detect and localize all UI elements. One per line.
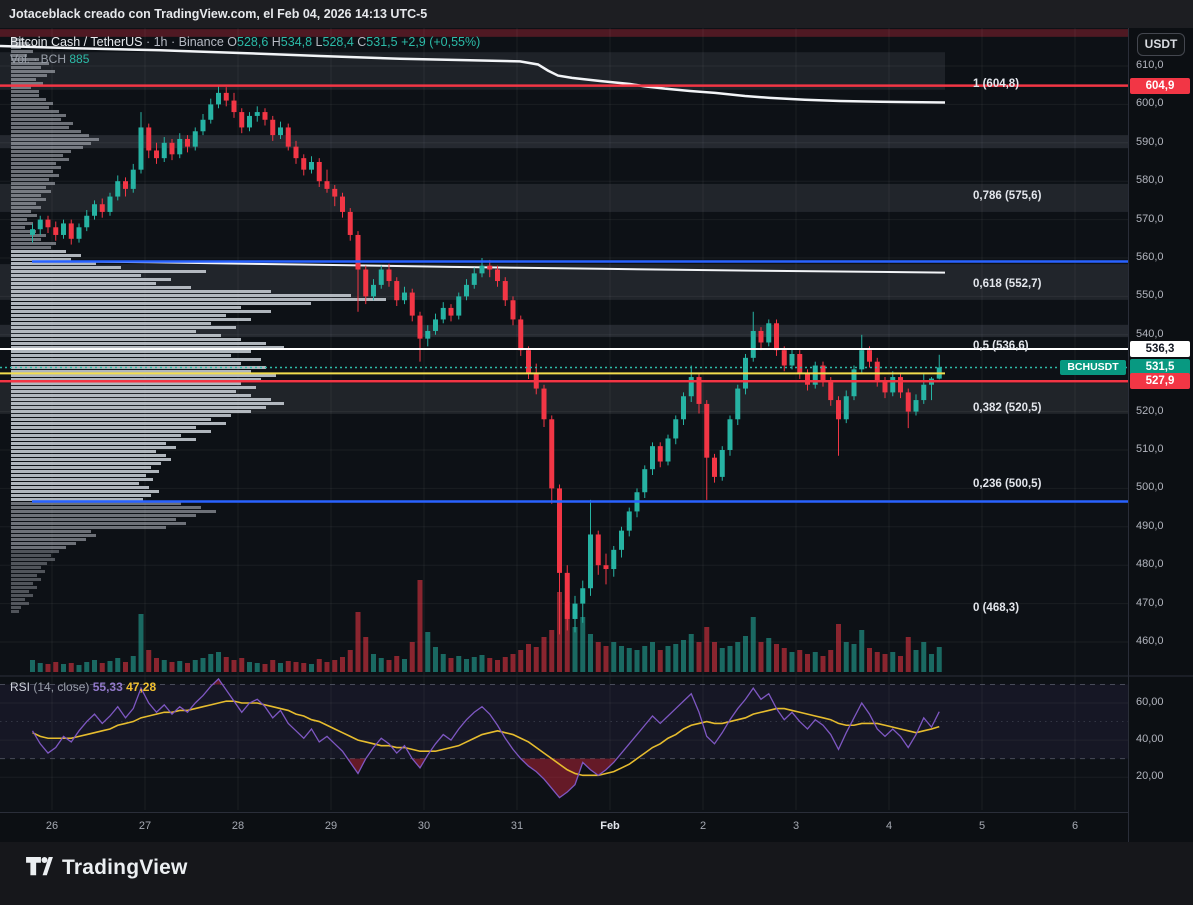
- rsi-legend[interactable]: RSI (14, close) 55,33 47,28: [10, 680, 156, 694]
- price-tick-label: 510,0: [1136, 443, 1164, 455]
- ohlc-value: 528,4: [322, 35, 354, 49]
- volume-legend[interactable]: Vol. · BCH 885: [10, 52, 89, 66]
- ohlc-values: O528,6 H534,8 L528,4 C531,5: [227, 35, 397, 49]
- ohlc-value: 531,5: [366, 35, 398, 49]
- rsi-band-fill: [0, 684, 1128, 759]
- price-tick-label: 490,0: [1136, 519, 1164, 532]
- rsi-value: 55,33: [92, 680, 123, 694]
- footer: TradingView: [0, 842, 1193, 905]
- attribution-text: Jotaceblack creado con TradingView.com, …: [9, 7, 428, 21]
- time-tick-label: 3: [792, 820, 800, 832]
- time-tick-label: 28: [231, 820, 245, 832]
- time-axis[interactable]: [0, 812, 1128, 842]
- price-tick-label: 560,0: [1136, 251, 1164, 263]
- price-tick-label: 540,0: [1136, 327, 1164, 340]
- attribution-bar: Jotaceblack creado con TradingView.com, …: [0, 0, 1193, 28]
- time-tick-label: 30: [417, 820, 431, 832]
- rsi-title[interactable]: RSI: [10, 680, 30, 694]
- price-tick-label: 580,0: [1136, 174, 1164, 187]
- ohlc-value: 534,8: [280, 35, 313, 49]
- fib-level-label[interactable]: 0,618 (552,7): [973, 278, 1041, 290]
- symbol-title[interactable]: Bitcoin Cash / TetherUS: [10, 35, 142, 49]
- grid: [0, 28, 1128, 810]
- rsi-oversold-fill: [212, 678, 617, 798]
- price-tick-label: 460,0: [1136, 635, 1164, 647]
- fib-bands: [0, 29, 1128, 414]
- symbol-meta: · 1h · Binance: [145, 35, 224, 49]
- rsi-ma-value: 47,28: [126, 680, 157, 694]
- ohlc-value: 528,6: [237, 35, 269, 49]
- fib-level-label[interactable]: 0,236 (500,5): [973, 478, 1041, 490]
- rsi-ma-line: [32, 700, 940, 777]
- ohlc-key: L: [312, 35, 323, 49]
- tradingview-logo-text: TradingView: [62, 856, 188, 879]
- time-tick-label: 29: [324, 820, 338, 832]
- candles-series: [30, 85, 942, 635]
- fib-level-label[interactable]: 0,5 (536,6): [973, 340, 1029, 352]
- fib-level-label[interactable]: 0,382 (520,5): [973, 402, 1041, 414]
- fib-level-label[interactable]: 0 (468,3): [973, 602, 1019, 614]
- fib-level-label[interactable]: 1 (604,8): [973, 78, 1019, 90]
- ohlc-key: O: [227, 35, 238, 49]
- price-axis[interactable]: [1128, 28, 1193, 842]
- price-tick-label: 470,0: [1136, 596, 1164, 609]
- ma-line-2: [31, 260, 946, 274]
- volume-value: 885: [69, 52, 90, 66]
- time-tick-label: Feb: [600, 820, 620, 832]
- price-tick-label: 600,0: [1136, 97, 1164, 110]
- currency-toggle-button[interactable]: USDT: [1137, 33, 1185, 56]
- symbol-legend[interactable]: Bitcoin Cash / TetherUS · 1h · Binance O…: [10, 35, 480, 49]
- tradingview-chart-window: Jotaceblack creado con TradingView.com, …: [0, 0, 1193, 905]
- fib-level-label[interactable]: 0,786 (575,6): [973, 190, 1041, 202]
- price-tick-label: 480,0: [1136, 558, 1164, 571]
- price-tick-label: 550,0: [1136, 289, 1164, 302]
- price-tick-label: 590,0: [1136, 135, 1164, 148]
- tradingview-logo-icon: [26, 856, 53, 875]
- ma-line-1: [0, 44, 946, 104]
- rsi-line: [31, 677, 940, 799]
- volume-label: Vol. · BCH: [10, 52, 67, 66]
- time-tick-label: 27: [138, 820, 152, 832]
- price-axis-label: 527,9: [1130, 373, 1190, 390]
- time-tick-label: 31: [510, 820, 524, 832]
- rsi-tick-label: 20,00: [1136, 770, 1164, 783]
- rsi-params: (14, close): [33, 680, 90, 694]
- level-lines: [0, 84, 1128, 503]
- rsi-tick-label: 40,00: [1136, 733, 1164, 746]
- chart-canvas[interactable]: [0, 0, 1193, 905]
- volume-profile: [11, 38, 386, 613]
- price-tick-label: 570,0: [1136, 212, 1164, 225]
- time-tick-label: 26: [45, 820, 59, 832]
- symbol-price-tag: BCHUSDT: [1060, 359, 1126, 375]
- tradingview-logo[interactable]: TradingView: [26, 856, 188, 880]
- time-tick-label: 4: [885, 820, 893, 832]
- price-tick-label: 500,0: [1136, 481, 1164, 494]
- price-axis-label: 604,9: [1130, 77, 1190, 94]
- ohlc-key: H: [268, 35, 281, 49]
- time-tick-label: 6: [1071, 820, 1079, 832]
- price-tick-label: 610,0: [1136, 59, 1164, 71]
- change-value: +2,9 (+0,55%): [401, 35, 481, 49]
- price-tick-label: 520,0: [1136, 404, 1164, 417]
- volume-series: [30, 580, 942, 672]
- price-axis-label: 536,3: [1130, 341, 1190, 357]
- ohlc-key: C: [353, 35, 367, 49]
- time-tick-label: 5: [978, 820, 986, 832]
- time-tick-label: 2: [699, 820, 707, 832]
- rsi-tick-label: 60,00: [1136, 696, 1164, 708]
